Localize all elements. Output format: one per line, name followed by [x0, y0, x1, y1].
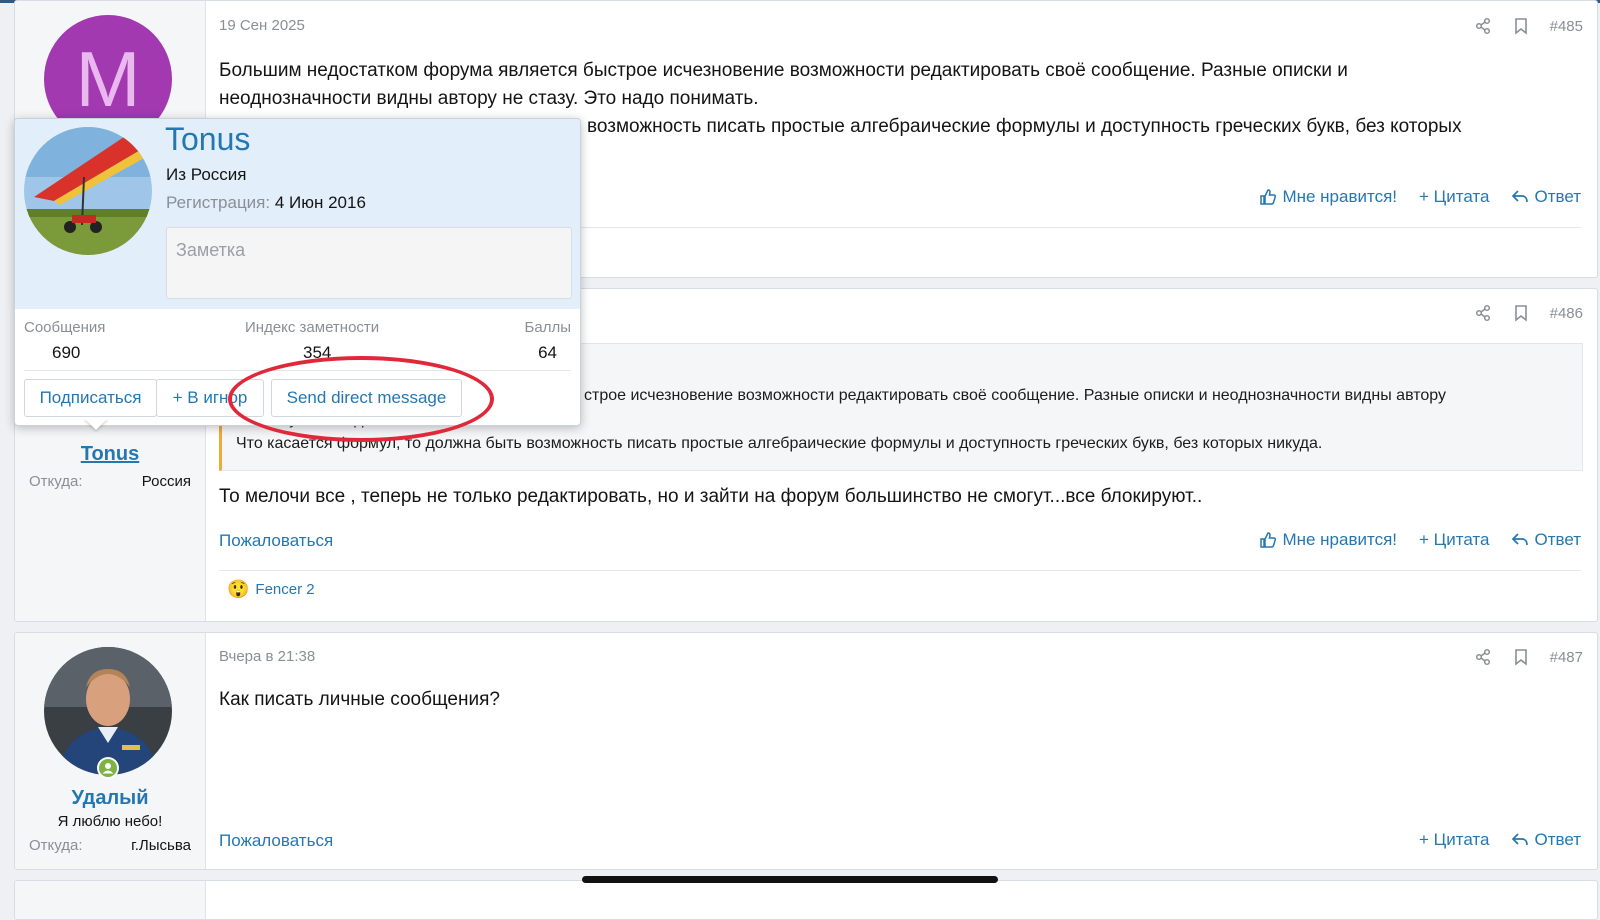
- stat-points-label: Баллы: [524, 319, 571, 336]
- member-registration: Регистрация: 4 Июн 2016: [166, 193, 366, 213]
- share-icon[interactable]: [1474, 304, 1492, 322]
- user-location: Откуда: г.Лысьва: [29, 837, 191, 854]
- user-title: Я люблю небо!: [57, 813, 163, 830]
- user-location: Откуда: Россия: [29, 473, 191, 490]
- bookmark-icon[interactable]: [1512, 648, 1530, 666]
- quote-button[interactable]: + Цитата: [1419, 187, 1489, 207]
- location-label: Откуда:: [29, 473, 83, 490]
- reaction-summary[interactable]: 😲 Fencer 2: [227, 579, 315, 600]
- post-date[interactable]: 19 Сен 2025: [219, 17, 305, 34]
- reply-icon: [1512, 833, 1529, 846]
- report-link[interactable]: Пожаловаться: [219, 831, 333, 851]
- post-date[interactable]: Вчера в 21:38: [219, 648, 315, 665]
- stat-messages-value: 690: [52, 343, 81, 362]
- stat-reactions-value: 354: [303, 343, 332, 362]
- note-field[interactable]: Заметка: [166, 227, 572, 299]
- location-label: Откуда:: [29, 837, 83, 854]
- post-tools: #485: [1474, 17, 1583, 35]
- reply-button[interactable]: Ответ: [1511, 187, 1581, 207]
- post-tools: #487: [1474, 648, 1583, 666]
- stat-messages-label: Сообщения: [24, 319, 106, 336]
- bookmark-icon[interactable]: [1512, 304, 1530, 322]
- stat-points-value: 64: [538, 343, 557, 362]
- post-actions: + Цитата Ответ: [1419, 830, 1581, 850]
- message-column: Вчера в 21:38 #487 Как писать личные соо…: [205, 633, 1597, 869]
- report-link[interactable]: Пожаловаться: [219, 531, 333, 551]
- hang-glider-photo: [24, 127, 152, 255]
- post-actions: Мне нравится! + Цитата Ответ: [1259, 530, 1581, 550]
- body-line: Большим недостатком форума является быст…: [219, 60, 1348, 81]
- quote-line: Что касается формул, то должна быть возм…: [236, 435, 1323, 452]
- tooltip-arrow: [84, 418, 108, 430]
- share-icon[interactable]: [1474, 648, 1492, 666]
- reply-icon: [1512, 190, 1529, 203]
- post-number[interactable]: #485: [1550, 18, 1583, 35]
- member-tooltip: Tonus Из Россия Регистрация: 4 Июн 2016 …: [14, 118, 581, 426]
- avatar-photo: [44, 647, 172, 775]
- home-indicator[interactable]: [582, 876, 998, 883]
- member-name[interactable]: Tonus: [165, 121, 250, 158]
- surprised-emoji-icon: 😲: [227, 579, 250, 599]
- member-location: Из Россия: [166, 165, 247, 184]
- bookmark-icon[interactable]: [1512, 17, 1530, 35]
- ignore-button[interactable]: + В игнор: [156, 379, 264, 417]
- post-actions: Мне нравится! + Цитата Ответ: [1259, 187, 1581, 207]
- post-body: Как писать личные сообщения?: [219, 689, 500, 710]
- registration-value: 4 Июн 2016: [274, 193, 366, 212]
- user-column: [15, 881, 206, 919]
- divider: [219, 570, 1581, 571]
- reply-icon: [1512, 533, 1529, 546]
- send-direct-message-button[interactable]: Send direct message: [271, 379, 462, 417]
- member-tooltip-header: Tonus Из Россия Регистрация: 4 Июн 2016 …: [15, 119, 580, 309]
- post-number[interactable]: #487: [1550, 649, 1583, 666]
- reaction-user[interactable]: Fencer 2: [255, 581, 314, 598]
- stat-reactions-label: Индекс заметности: [245, 319, 380, 336]
- divider: [24, 370, 571, 371]
- post-number[interactable]: #486: [1550, 305, 1583, 322]
- post-tools: #486: [1474, 304, 1583, 322]
- quote-button[interactable]: + Цитата: [1419, 530, 1489, 550]
- post-body: То мелочи все , теперь не только редакти…: [219, 486, 1203, 507]
- share-icon[interactable]: [1474, 17, 1492, 35]
- reply-button[interactable]: Ответ: [1511, 830, 1581, 850]
- location-value: Россия: [141, 473, 191, 490]
- member-avatar[interactable]: [24, 127, 152, 255]
- like-button[interactable]: Мне нравится!: [1259, 530, 1397, 550]
- body-line: неоднозначности видны автору не стазу. Э…: [219, 88, 759, 109]
- username[interactable]: Удалый: [15, 787, 205, 810]
- quote-button[interactable]: + Цитата: [1419, 830, 1489, 850]
- post-next: [14, 880, 1598, 920]
- like-button[interactable]: Мне нравится!: [1259, 187, 1397, 207]
- online-status-icon: [97, 757, 119, 779]
- user-column: Удалый Я люблю небо! Откуда: г.Лысьва: [15, 633, 206, 869]
- avatar[interactable]: [44, 647, 172, 775]
- follow-button[interactable]: Подписаться: [24, 379, 157, 417]
- reply-button[interactable]: Ответ: [1511, 530, 1581, 550]
- post-487: Удалый Я люблю небо! Откуда: г.Лысьва Вч…: [14, 632, 1598, 870]
- thumbs-up-icon: [1260, 189, 1277, 205]
- thumbs-up-icon: [1260, 532, 1277, 548]
- location-value: г.Лысьва: [131, 837, 191, 854]
- username[interactable]: Tonus: [15, 443, 205, 466]
- registration-label: Регистрация:: [166, 193, 271, 212]
